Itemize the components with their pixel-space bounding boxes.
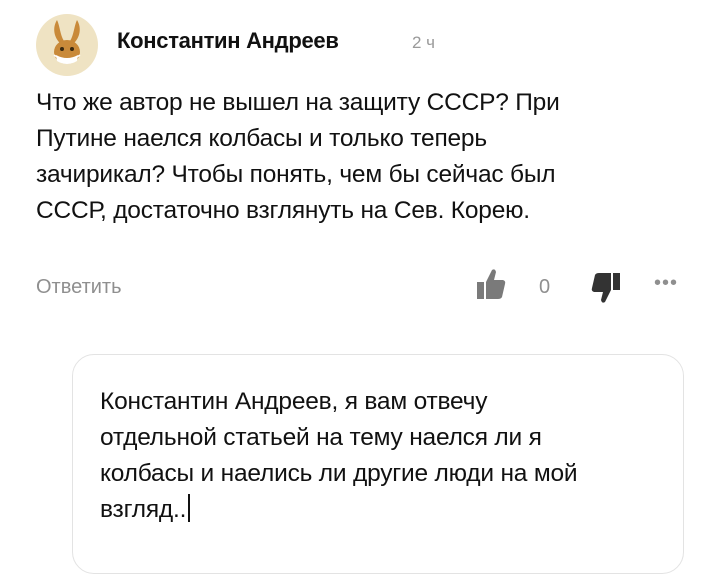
reply-button[interactable]: Ответить bbox=[36, 276, 122, 299]
like-count: 0 bbox=[539, 276, 551, 298]
comment-timestamp: 2 ч bbox=[412, 33, 436, 52]
reply-input-value: Константин Андреев, я вам отвечу отдельн… bbox=[100, 388, 578, 523]
reply-input-text[interactable]: Константин Андреев, я вам отвечу отдельн… bbox=[100, 384, 670, 528]
author-name[interactable]: Константин Андреев bbox=[117, 28, 339, 54]
thumbs-down-icon[interactable] bbox=[590, 270, 622, 306]
thumbs-up-icon[interactable] bbox=[475, 266, 507, 302]
comment-text: Что же автор не вышел на защиту СССР? Пр… bbox=[36, 89, 560, 224]
more-options-icon[interactable]: ••• bbox=[654, 273, 678, 293]
text-caret bbox=[188, 494, 190, 522]
rabbit-avatar-icon bbox=[53, 20, 81, 64]
avatar[interactable] bbox=[36, 14, 98, 76]
